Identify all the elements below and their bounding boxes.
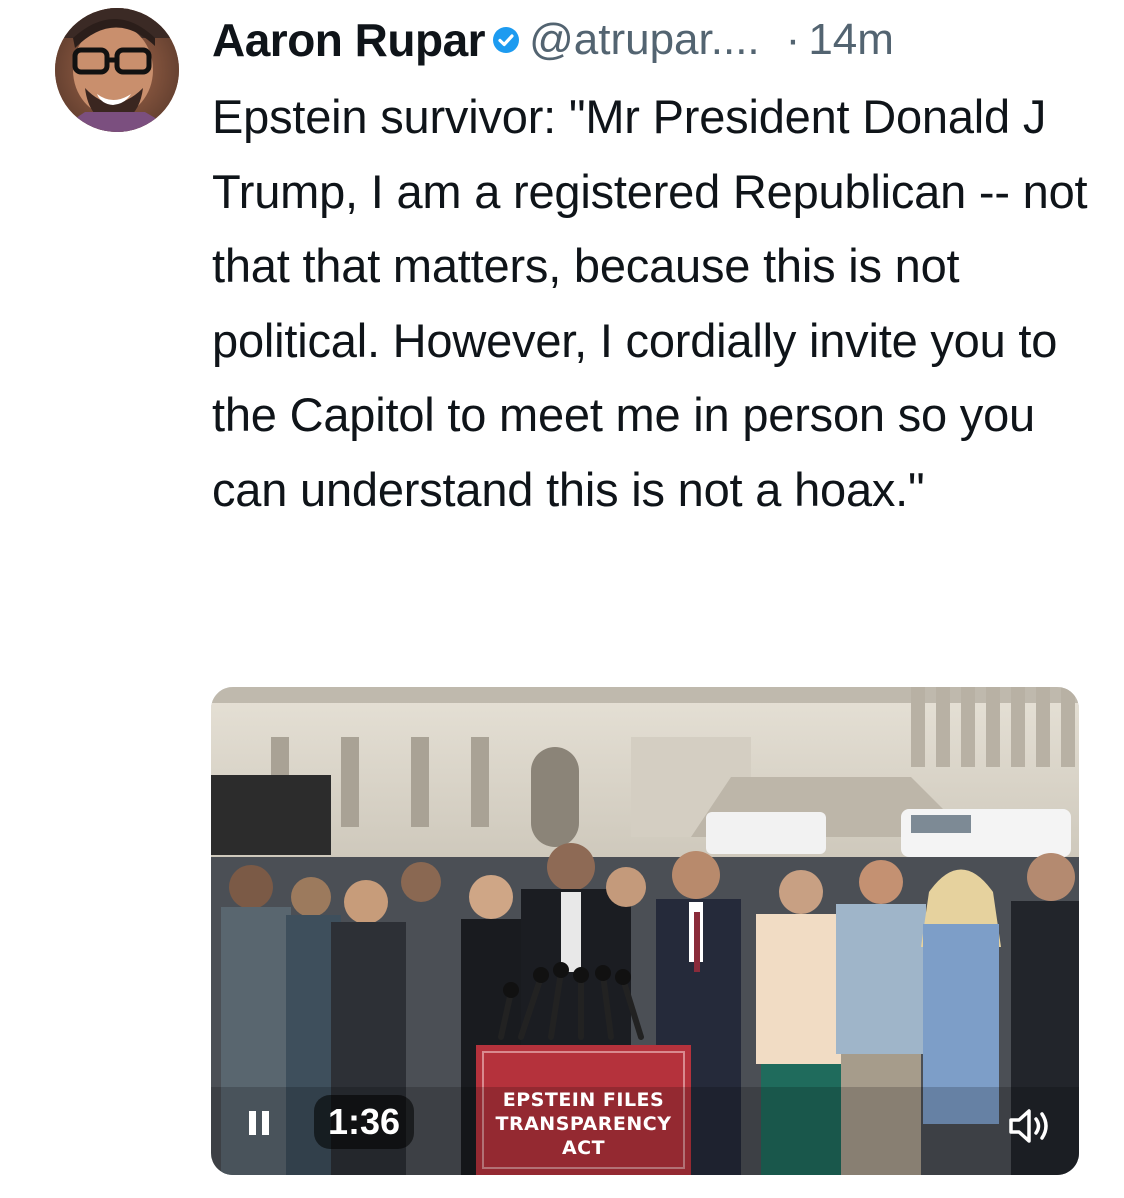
verified-badge-icon [491,25,521,55]
tweet-text: Epstein survivor: "Mr President Donald J… [212,90,1088,516]
timestamp[interactable]: 14m [808,15,894,65]
author-handle[interactable]: @atrupar.... [529,15,760,65]
separator-dot: · [785,15,801,64]
video-elapsed-time: 1:36 [314,1095,415,1149]
podium-sign-line2: TRANSPARENCY ACT [495,1113,672,1159]
podium-sign: EPSTEIN FILES TRANSPARENCY ACT [476,1088,691,1160]
tweet-header: Aaron Rupar @atrupar.... · 14m [212,10,894,70]
pause-icon[interactable] [245,1105,275,1141]
avatar[interactable] [55,8,179,132]
volume-icon[interactable] [1005,1104,1055,1148]
author-name[interactable]: Aaron Rupar [212,13,486,67]
podium-sign-line1: EPSTEIN FILES [502,1089,665,1111]
